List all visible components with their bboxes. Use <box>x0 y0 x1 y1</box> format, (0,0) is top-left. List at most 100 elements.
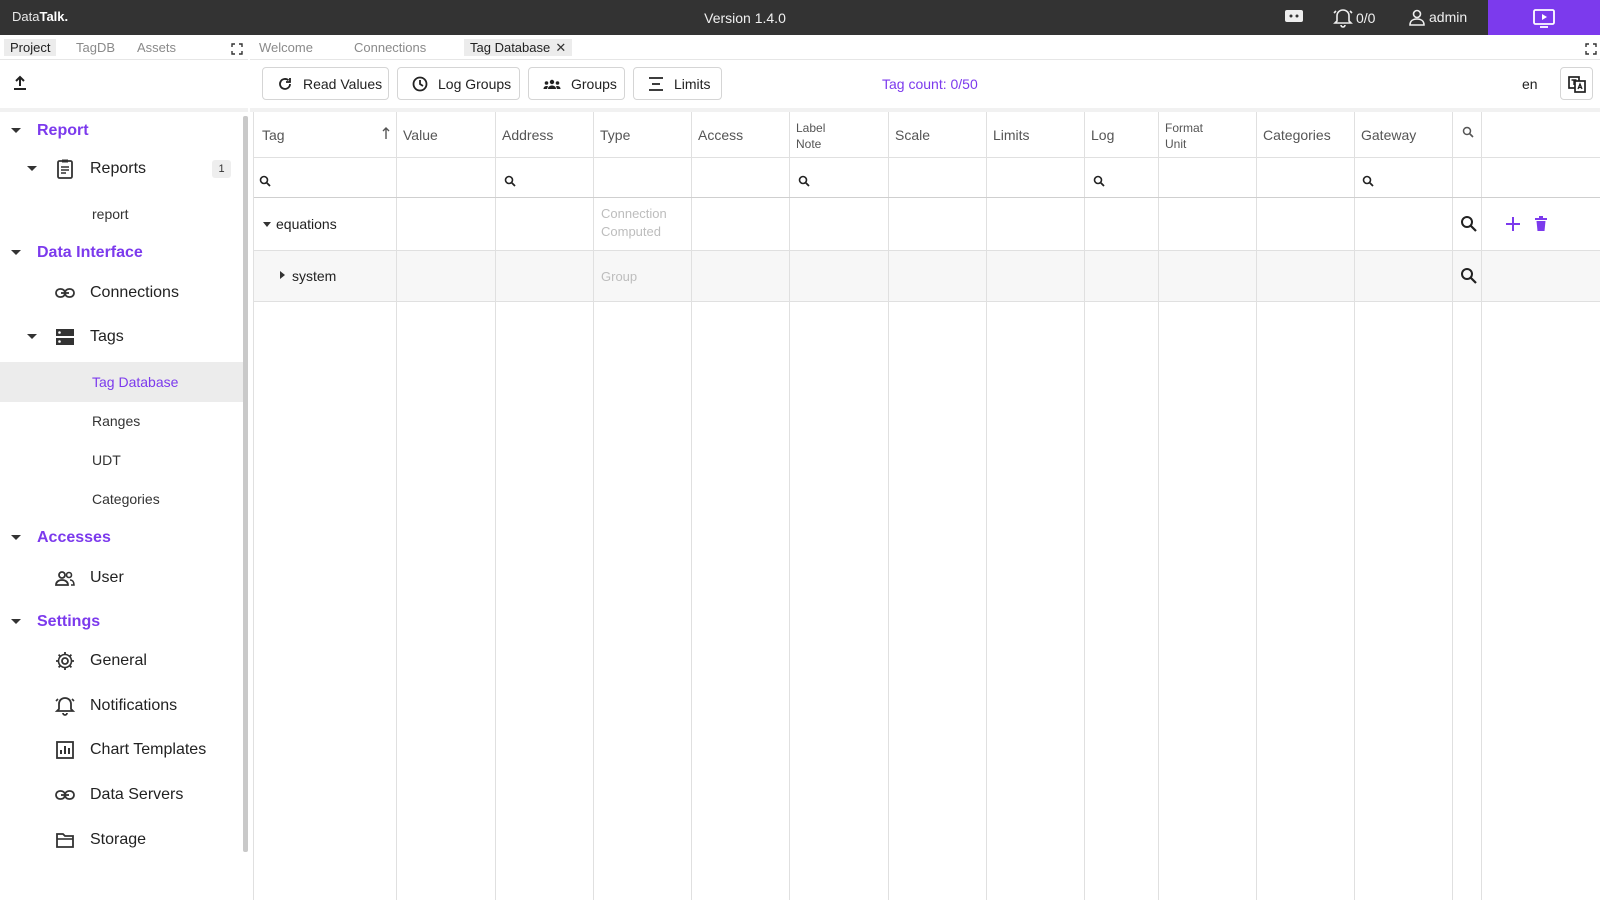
expand-icon[interactable] <box>1585 42 1597 55</box>
column-header-limits[interactable]: Limits <box>993 127 1030 143</box>
filter-gateway-search-icon[interactable] <box>1362 175 1374 187</box>
version-label: Version 1.4.0 <box>704 10 786 26</box>
bar-chart-icon <box>56 741 74 759</box>
column-header-value[interactable]: Value <box>403 127 438 143</box>
sidebar-item-categories[interactable]: Categories <box>0 479 243 519</box>
read-values-button[interactable]: Read Values <box>262 67 389 100</box>
translate-button[interactable] <box>1560 67 1593 100</box>
run-button[interactable] <box>1488 0 1600 35</box>
search-icon[interactable] <box>1460 215 1478 233</box>
table-row[interactable]: system Group <box>254 251 1600 302</box>
sidebar-item-tags[interactable]: Tags <box>0 317 243 357</box>
tab-tagdb[interactable]: TagDB <box>70 39 121 56</box>
chat-icon[interactable] <box>1284 8 1306 26</box>
close-icon[interactable]: ✕ <box>555 40 566 56</box>
link-icon <box>55 288 75 298</box>
search-icon[interactable] <box>1462 126 1474 138</box>
section-accesses[interactable]: Accesses <box>0 523 243 553</box>
translate-icon <box>1567 75 1586 93</box>
sidebar-item-general[interactable]: General <box>0 641 243 681</box>
filter-tag-search-icon[interactable] <box>259 175 271 187</box>
section-report[interactable]: Report <box>0 116 243 146</box>
table-row[interactable]: equations Connection Computed <box>254 198 1600 251</box>
limits-button[interactable]: Limits <box>633 67 722 100</box>
column-header-format-unit[interactable]: Format Unit <box>1165 120 1203 152</box>
filter-label-search-icon[interactable] <box>798 175 810 187</box>
chevron-down-icon <box>27 166 37 171</box>
groups-icon <box>543 79 561 89</box>
sidebar-item-udt[interactable]: UDT <box>0 440 243 480</box>
sort-ascending-icon[interactable] <box>381 126 391 140</box>
log-groups-button[interactable]: Log Groups <box>397 67 520 100</box>
sidebar-item-label: Storage <box>90 831 147 848</box>
sidebar-item-reports[interactable]: Reports 1 <box>0 149 243 189</box>
bell-icon <box>1333 9 1353 28</box>
row-divider <box>254 301 1600 302</box>
sidebar-item-connections[interactable]: Connections <box>0 273 243 313</box>
column-header-address[interactable]: Address <box>502 127 553 143</box>
search-icon[interactable] <box>1460 267 1478 285</box>
person-icon <box>1409 9 1425 26</box>
row-divider <box>254 250 1600 251</box>
tag-table: equations Connection Computed system Grou… <box>253 112 1600 900</box>
column-divider <box>888 112 889 900</box>
sidebar-item-storage[interactable]: Storage <box>0 820 243 860</box>
count-badge: 1 <box>212 160 231 178</box>
tab-connections[interactable]: Connections <box>348 39 432 56</box>
tab-welcome[interactable]: Welcome <box>253 39 319 56</box>
folder-open-icon <box>56 833 74 848</box>
column-header-categories[interactable]: Categories <box>1263 127 1331 143</box>
column-header-label-note[interactable]: Label Note <box>796 120 825 152</box>
chevron-down-icon[interactable] <box>263 222 271 227</box>
column-header-gateway[interactable]: Gateway <box>1361 127 1416 143</box>
button-label: Log Groups <box>438 75 512 92</box>
column-divider <box>1084 112 1085 900</box>
upload-icon[interactable] <box>12 75 30 93</box>
sidebar-item-data-servers[interactable]: Data Servers <box>0 775 243 815</box>
tag-count: Tag count: 0/50 <box>882 76 978 92</box>
sidebar-item-tag-database[interactable]: Tag Database <box>0 362 243 402</box>
groups-button[interactable]: Groups <box>528 67 625 100</box>
type-value: Connection Computed <box>601 206 667 239</box>
chevron-down-icon <box>27 334 37 339</box>
type-value: Group <box>601 269 638 284</box>
chevron-right-icon[interactable] <box>280 271 285 279</box>
button-label: Groups <box>571 75 617 92</box>
tab-assets[interactable]: Assets <box>131 39 182 56</box>
tab-label: Tag Database <box>470 40 551 55</box>
column-header-tag[interactable]: Tag <box>262 127 285 143</box>
column-divider <box>1158 112 1159 900</box>
sidebar-item-label: Data Servers <box>90 786 184 803</box>
section-settings[interactable]: Settings <box>0 607 243 637</box>
filter-log-search-icon[interactable] <box>1093 175 1105 187</box>
sidebar-scrollbar[interactable] <box>243 116 248 852</box>
sidebar-item-label: General <box>90 652 147 669</box>
column-divider <box>593 112 594 900</box>
sidebar-item-user[interactable]: User <box>0 558 243 598</box>
expand-icon[interactable] <box>231 42 243 55</box>
bell-icon <box>54 697 76 716</box>
filter-address-search-icon[interactable] <box>504 175 516 187</box>
tab-project[interactable]: Project <box>4 39 57 56</box>
column-header-log[interactable]: Log <box>1091 127 1114 143</box>
column-header-access[interactable]: Access <box>698 127 743 143</box>
people-icon <box>55 571 75 586</box>
column-divider <box>691 112 692 900</box>
delete-icon[interactable] <box>1532 215 1550 233</box>
alarms-button[interactable]: 0/0 <box>1332 8 1375 28</box>
sidebar-item-report[interactable]: report <box>0 194 243 234</box>
user-menu[interactable]: admin <box>1408 8 1467 26</box>
sidebar-item-ranges[interactable]: Ranges <box>0 401 243 441</box>
sidebar-item-chart-templates[interactable]: Chart Templates <box>0 730 243 770</box>
chevron-down-icon <box>11 250 21 255</box>
column-header-scale[interactable]: Scale <box>895 127 930 143</box>
column-divider <box>789 112 790 900</box>
top-bar: DataTalk. Version 1.4.0 0/0 admin <box>0 0 1600 35</box>
sidebar-item-label: User <box>90 569 124 586</box>
section-data-interface[interactable]: Data Interface <box>0 238 243 268</box>
column-header-type[interactable]: Type <box>600 127 630 143</box>
add-icon[interactable] <box>1504 215 1522 233</box>
tab-tag-database[interactable]: Tag Database ✕ <box>464 39 573 56</box>
gear-icon <box>56 652 74 670</box>
sidebar-item-notifications[interactable]: Notifications <box>0 686 243 726</box>
